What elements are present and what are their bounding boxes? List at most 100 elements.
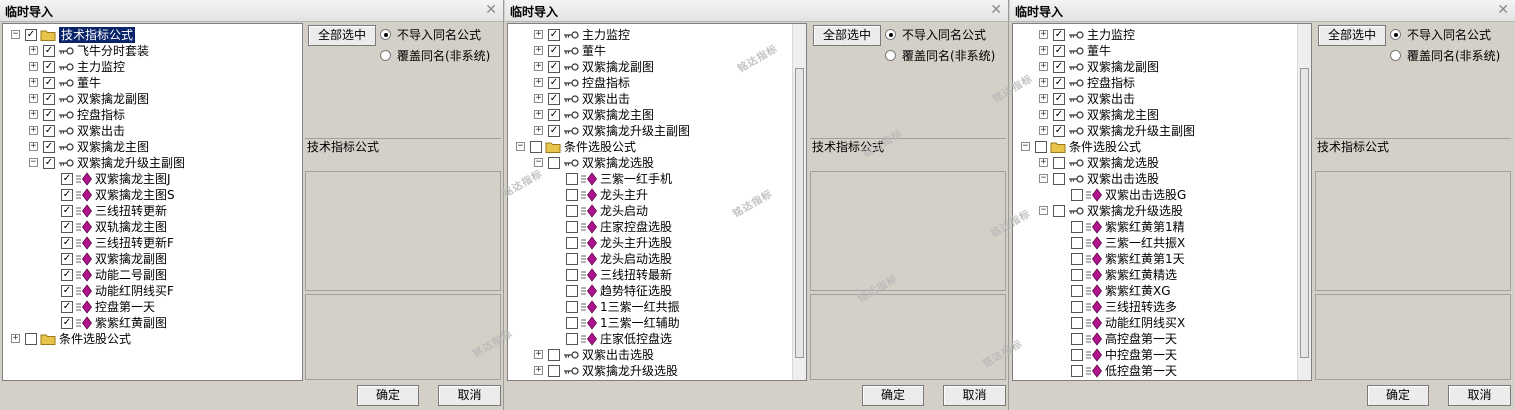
close-icon[interactable]: ✕ — [1497, 2, 1509, 18]
expand-toggle-icon[interactable]: + — [534, 110, 543, 119]
radio-overwrite-dot[interactable] — [885, 50, 896, 61]
collapse-toggle-icon[interactable]: − — [29, 158, 38, 167]
tree-checkbox[interactable] — [1053, 173, 1065, 185]
tree-checkbox[interactable]: ✓ — [43, 45, 55, 57]
expand-toggle-icon[interactable]: + — [1039, 110, 1048, 119]
ok-button[interactable]: 确定 — [1367, 385, 1429, 406]
expand-toggle-icon[interactable]: + — [1039, 78, 1048, 87]
tree-checkbox[interactable]: ✓ — [548, 77, 560, 89]
expand-toggle-icon[interactable]: + — [534, 366, 543, 375]
tree-checkbox[interactable]: ✓ — [43, 93, 55, 105]
tree-checkbox[interactable] — [1071, 253, 1083, 265]
ok-button[interactable]: 确定 — [862, 385, 924, 406]
tree-checkbox[interactable] — [1071, 269, 1083, 281]
tree-checkbox[interactable] — [566, 189, 578, 201]
radio-no-import-dot[interactable] — [885, 29, 896, 40]
expand-toggle-icon[interactable]: + — [29, 110, 38, 119]
tree-checkbox[interactable]: ✓ — [61, 173, 73, 185]
tree-checkbox[interactable]: ✓ — [1053, 125, 1065, 137]
expand-toggle-icon[interactable]: + — [11, 334, 20, 343]
tree-checkbox[interactable]: ✓ — [1053, 29, 1065, 41]
tree-checkbox[interactable]: ✓ — [61, 269, 73, 281]
scrollbar-thumb[interactable] — [795, 68, 804, 358]
close-icon[interactable]: ✕ — [990, 2, 1002, 18]
tree-checkbox[interactable] — [1071, 349, 1083, 361]
radio-no-import-dot[interactable] — [1390, 29, 1401, 40]
radio-overwrite-dot[interactable] — [1390, 50, 1401, 61]
tree-checkbox[interactable] — [566, 301, 578, 313]
tree-checkbox[interactable]: ✓ — [61, 285, 73, 297]
expand-toggle-icon[interactable]: + — [1039, 30, 1048, 39]
expand-toggle-icon[interactable]: + — [534, 126, 543, 135]
tree-checkbox[interactable]: ✓ — [548, 29, 560, 41]
tree-checkbox[interactable] — [1071, 333, 1083, 345]
expand-toggle-icon[interactable]: + — [29, 142, 38, 151]
tree-checkbox[interactable] — [530, 141, 542, 153]
tree-checkbox[interactable]: ✓ — [43, 77, 55, 89]
tree-checkbox[interactable] — [1071, 365, 1083, 377]
radio-no-import-dot[interactable] — [380, 29, 391, 40]
tree-checkbox[interactable] — [1071, 221, 1083, 233]
expand-toggle-icon[interactable]: + — [1039, 158, 1048, 167]
scrollbar-thumb[interactable] — [1300, 68, 1309, 358]
collapse-toggle-icon[interactable]: − — [1039, 174, 1048, 183]
tree-checkbox[interactable] — [566, 173, 578, 185]
tree-checkbox[interactable]: ✓ — [43, 61, 55, 73]
tree-checkbox[interactable]: ✓ — [61, 189, 73, 201]
tree-checkbox[interactable] — [566, 205, 578, 217]
tree-checkbox[interactable] — [1053, 157, 1065, 169]
expand-toggle-icon[interactable]: + — [1039, 94, 1048, 103]
tree-checkbox[interactable]: ✓ — [548, 45, 560, 57]
tree-checkbox[interactable] — [566, 253, 578, 265]
expand-toggle-icon[interactable]: + — [29, 46, 38, 55]
cancel-button[interactable]: 取消 — [943, 385, 1006, 406]
tree-scrollbar[interactable] — [792, 24, 806, 380]
expand-toggle-icon[interactable]: + — [534, 350, 543, 359]
tree-scrollbar[interactable] — [1297, 24, 1311, 380]
tree-checkbox[interactable] — [1053, 205, 1065, 217]
tree-checkbox[interactable]: ✓ — [1053, 77, 1065, 89]
tree-checkbox[interactable]: ✓ — [43, 157, 55, 169]
tree-checkbox[interactable]: ✓ — [1053, 109, 1065, 121]
tree-checkbox[interactable] — [1071, 237, 1083, 249]
cancel-button[interactable]: 取消 — [1448, 385, 1511, 406]
tree-checkbox[interactable]: ✓ — [25, 29, 37, 41]
tree-checkbox[interactable] — [1071, 285, 1083, 297]
tree-checkbox[interactable]: ✓ — [61, 221, 73, 233]
tree-checkbox[interactable]: ✓ — [61, 317, 73, 329]
expand-toggle-icon[interactable]: + — [1039, 126, 1048, 135]
expand-toggle-icon[interactable]: + — [534, 46, 543, 55]
tree-checkbox[interactable]: ✓ — [61, 301, 73, 313]
tree-checkbox[interactable]: ✓ — [548, 109, 560, 121]
tree-checkbox[interactable]: ✓ — [548, 125, 560, 137]
tree-checkbox[interactable] — [1071, 189, 1083, 201]
tree-checkbox[interactable] — [566, 285, 578, 297]
tree-checkbox[interactable]: ✓ — [43, 109, 55, 121]
expand-toggle-icon[interactable]: + — [29, 62, 38, 71]
tree-checkbox[interactable]: ✓ — [61, 237, 73, 249]
select-all-button[interactable]: 全部选中 — [813, 25, 881, 46]
tree-checkbox[interactable] — [566, 317, 578, 329]
expand-toggle-icon[interactable]: + — [29, 94, 38, 103]
tree-checkbox[interactable]: ✓ — [43, 125, 55, 137]
tree-checkbox[interactable] — [566, 237, 578, 249]
expand-toggle-icon[interactable]: + — [534, 30, 543, 39]
expand-toggle-icon[interactable]: + — [1039, 46, 1048, 55]
tree-checkbox[interactable]: ✓ — [61, 205, 73, 217]
tree-checkbox[interactable] — [566, 333, 578, 345]
collapse-toggle-icon[interactable]: − — [1039, 206, 1048, 215]
select-all-button[interactable]: 全部选中 — [308, 25, 376, 46]
tree-checkbox[interactable] — [1035, 141, 1047, 153]
tree-checkbox[interactable] — [548, 157, 560, 169]
expand-toggle-icon[interactable]: + — [29, 78, 38, 87]
tree-checkbox[interactable] — [1071, 317, 1083, 329]
tree-checkbox[interactable] — [566, 269, 578, 281]
tree-checkbox[interactable] — [548, 349, 560, 361]
collapse-toggle-icon[interactable]: − — [516, 142, 525, 151]
tree-checkbox[interactable] — [25, 333, 37, 345]
expand-toggle-icon[interactable]: + — [534, 94, 543, 103]
tree-checkbox[interactable]: ✓ — [61, 253, 73, 265]
expand-toggle-icon[interactable]: + — [534, 62, 543, 71]
tree-checkbox[interactable] — [1071, 301, 1083, 313]
tree-checkbox[interactable] — [548, 365, 560, 377]
